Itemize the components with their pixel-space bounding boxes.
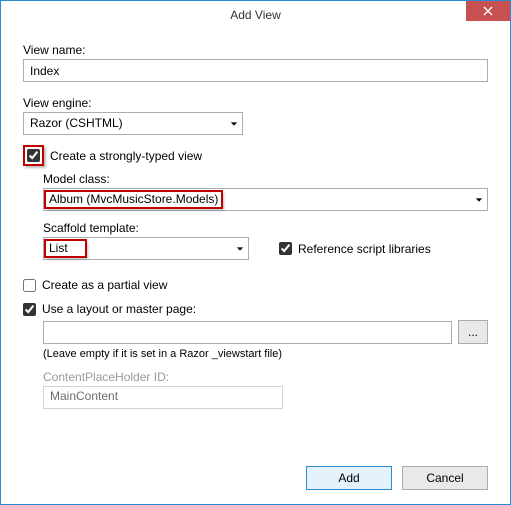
view-name-label: View name: — [23, 43, 488, 57]
dialog-window: Add View View name: View engine: Razor (… — [0, 0, 511, 505]
window-title: Add View — [230, 8, 280, 22]
close-icon — [483, 6, 493, 16]
button-bar: Add Cancel — [306, 466, 488, 490]
model-class-value: Album (MvcMusicStore.Models) — [45, 191, 222, 208]
dialog-content: View name: View engine: Razor (CSHTML) C… — [1, 29, 510, 419]
reference-scripts-label: Reference script libraries — [298, 242, 431, 256]
view-name-input[interactable] — [23, 59, 488, 82]
browse-layout-button[interactable]: ... — [458, 320, 488, 344]
reference-scripts-checkbox[interactable] — [279, 242, 292, 255]
layout-hint: (Leave empty if it is set in a Razor _vi… — [43, 348, 488, 360]
model-class-select[interactable]: Album (MvcMusicStore.Models) — [43, 188, 488, 211]
partial-view-checkbox[interactable] — [23, 279, 36, 292]
use-layout-label: Use a layout or master page: — [42, 302, 196, 316]
create-strongly-typed-label: Create a strongly-typed view — [50, 149, 202, 163]
add-button[interactable]: Add — [306, 466, 392, 490]
contentplaceholder-label: ContentPlaceHolder ID: — [43, 370, 488, 384]
view-engine-label: View engine: — [23, 96, 488, 110]
contentplaceholder-input: MainContent — [43, 386, 283, 409]
layout-path-input[interactable] — [43, 321, 452, 344]
close-button[interactable] — [466, 1, 510, 21]
ellipsis-icon: ... — [468, 325, 478, 339]
create-strongly-typed-checkbox[interactable] — [27, 149, 40, 162]
scaffold-template-select[interactable]: List — [43, 237, 249, 260]
view-engine-select[interactable]: Razor (CSHTML) — [23, 112, 243, 135]
cancel-button[interactable]: Cancel — [402, 466, 488, 490]
titlebar: Add View — [1, 1, 510, 29]
use-layout-checkbox[interactable] — [23, 303, 36, 316]
scaffold-template-value: List — [45, 240, 86, 257]
partial-view-label: Create as a partial view — [42, 278, 167, 292]
scaffold-template-label: Scaffold template: — [43, 221, 488, 235]
model-class-label: Model class: — [43, 172, 488, 186]
create-strongly-typed-highlight — [23, 145, 44, 166]
